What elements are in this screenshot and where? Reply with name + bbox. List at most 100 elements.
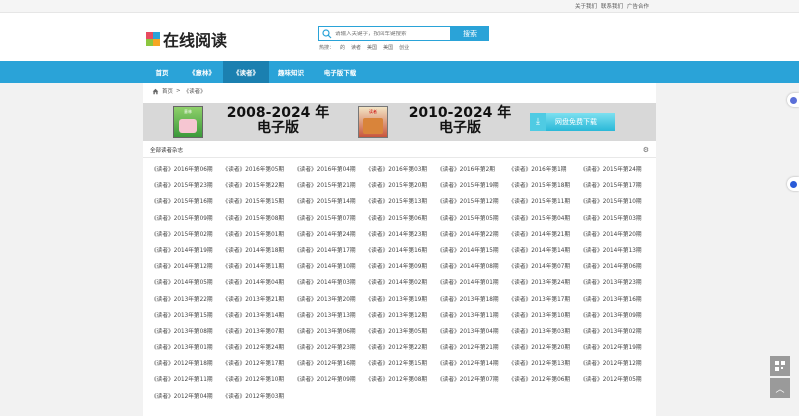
magazine-link[interactable]: 《读者》2013年第22期 bbox=[148, 292, 220, 308]
magazine-link[interactable]: 《读者》2015年第12期 bbox=[434, 194, 506, 210]
magazine-link[interactable]: 《读者》2012年第17期 bbox=[220, 356, 292, 372]
magazine-link[interactable]: 《读者》2012年第14期 bbox=[434, 356, 506, 372]
nav-item-fun-knowledge[interactable]: 趣味知识 bbox=[269, 61, 313, 83]
magazine-link[interactable]: 《读者》2012年第16期 bbox=[291, 356, 363, 372]
magazine-link[interactable]: 《读者》2015年第09期 bbox=[148, 211, 220, 227]
magazine-link[interactable]: 《读者》2014年第14期 bbox=[506, 243, 578, 259]
hot-item[interactable]: 的 bbox=[340, 44, 345, 51]
nav-item-duzhe[interactable]: 《读者》 bbox=[223, 61, 269, 83]
magazine-link[interactable]: 《读者》2014年第19期 bbox=[148, 243, 220, 259]
magazine-link[interactable]: 《读者》2013年第11期 bbox=[434, 308, 506, 324]
magazine-link[interactable]: 《读者》2015年第23期 bbox=[148, 178, 220, 194]
magazine-link[interactable]: 《读者》2014年第24期 bbox=[291, 227, 363, 243]
magazine-link[interactable]: 《读者》2012年第18期 bbox=[148, 356, 220, 372]
magazine-link[interactable]: 《读者》2012年第13期 bbox=[506, 356, 578, 372]
back-to-top-button[interactable]: ︿ bbox=[770, 378, 790, 398]
site-logo[interactable]: 在线阅读 bbox=[146, 27, 227, 51]
magazine-link[interactable]: 《读者》2013年第01期 bbox=[148, 340, 220, 356]
magazine-link[interactable]: 《读者》2012年第20期 bbox=[506, 340, 578, 356]
magazine-link[interactable]: 《读者》2015年第24期 bbox=[577, 162, 649, 178]
magazine-link[interactable]: 《读者》2013年第14期 bbox=[220, 308, 292, 324]
magazine-link[interactable]: 《读者》2012年第07期 bbox=[434, 372, 506, 388]
magazine-link[interactable]: 《读者》2014年第21期 bbox=[506, 227, 578, 243]
magazine-link[interactable]: 《读者》2014年第08期 bbox=[434, 259, 506, 275]
qrcode-button[interactable] bbox=[770, 356, 790, 376]
magazine-link[interactable]: 《读者》2013年第24期 bbox=[506, 275, 578, 291]
magazine-link[interactable]: 《读者》2014年第02期 bbox=[363, 275, 435, 291]
magazine-link[interactable]: 《读者》2015年第11期 bbox=[506, 194, 578, 210]
magazine-link[interactable]: 《读者》2013年第08期 bbox=[148, 324, 220, 340]
magazine-link[interactable]: 《读者》2013年第07期 bbox=[220, 324, 292, 340]
gear-icon[interactable]: ⚙ bbox=[643, 146, 649, 154]
magazine-link[interactable]: 《读者》2012年第15期 bbox=[363, 356, 435, 372]
magazine-link[interactable]: 《读者》2015年第17期 bbox=[577, 178, 649, 194]
magazine-link[interactable]: 《读者》2014年第04期 bbox=[220, 275, 292, 291]
magazine-link[interactable]: 《读者》2013年第21期 bbox=[220, 292, 292, 308]
magazine-link[interactable]: 《读者》2013年第17期 bbox=[506, 292, 578, 308]
magazine-link[interactable]: 《读者》2012年第22期 bbox=[363, 340, 435, 356]
ads-link[interactable]: 广告合作 bbox=[627, 2, 649, 10]
magazine-link[interactable]: 《读者》2012年第09期 bbox=[291, 372, 363, 388]
magazine-link[interactable]: 《读者》2012年第03期 bbox=[220, 389, 292, 405]
about-link[interactable]: 关于我们 bbox=[575, 2, 597, 10]
magazine-link[interactable]: 《读者》2014年第07期 bbox=[506, 259, 578, 275]
magazine-link[interactable]: 《读者》2015年第20期 bbox=[363, 178, 435, 194]
magazine-link[interactable]: 《读者》2012年第12期 bbox=[577, 356, 649, 372]
magazine-link[interactable]: 《读者》2015年第08期 bbox=[220, 211, 292, 227]
magazine-link[interactable]: 《读者》2012年第05期 bbox=[577, 372, 649, 388]
magazine-link[interactable]: 《读者》2012年第21期 bbox=[434, 340, 506, 356]
magazine-link[interactable]: 《读者》2012年第24期 bbox=[220, 340, 292, 356]
magazine-link[interactable]: 《读者》2012年第19期 bbox=[577, 340, 649, 356]
magazine-link[interactable]: 《读者》2015年第07期 bbox=[291, 211, 363, 227]
magazine-link[interactable]: 《读者》2015年第01期 bbox=[220, 227, 292, 243]
magazine-link[interactable]: 《读者》2013年第05期 bbox=[363, 324, 435, 340]
magazine-link[interactable]: 《读者》2014年第23期 bbox=[363, 227, 435, 243]
magazine-link[interactable]: 《读者》2015年第13期 bbox=[363, 194, 435, 210]
magazine-link[interactable]: 《读者》2015年第15期 bbox=[220, 194, 292, 210]
hot-item[interactable]: 美国 bbox=[367, 44, 377, 51]
nav-item-yilin[interactable]: 《意林》 bbox=[181, 61, 223, 83]
magazine-link[interactable]: 《读者》2014年第20期 bbox=[577, 227, 649, 243]
hot-item[interactable]: 读者 bbox=[351, 44, 361, 51]
magazine-link[interactable]: 《读者》2014年第06期 bbox=[577, 259, 649, 275]
magazine-link[interactable]: 《读者》2013年第19期 bbox=[363, 292, 435, 308]
magazine-link[interactable]: 《读者》2014年第09期 bbox=[363, 259, 435, 275]
search-button[interactable]: 搜索 bbox=[451, 26, 489, 41]
magazine-link[interactable]: 《读者》2015年第16期 bbox=[148, 194, 220, 210]
magazine-link[interactable]: 《读者》2012年第06期 bbox=[506, 372, 578, 388]
magazine-link[interactable]: 《读者》2014年第11期 bbox=[220, 259, 292, 275]
contact-link[interactable]: 联系我们 bbox=[601, 2, 623, 10]
magazine-link[interactable]: 《读者》2016年第06期 bbox=[148, 162, 220, 178]
magazine-link[interactable]: 《读者》2015年第10期 bbox=[577, 194, 649, 210]
magazine-link[interactable]: 《读者》2016年第05期 bbox=[220, 162, 292, 178]
magazine-link[interactable]: 《读者》2013年第10期 bbox=[506, 308, 578, 324]
magazine-link[interactable]: 《读者》2015年第05期 bbox=[434, 211, 506, 227]
magazine-link[interactable]: 《读者》2015年第22期 bbox=[220, 178, 292, 194]
magazine-link[interactable]: 《读者》2013年第02期 bbox=[577, 324, 649, 340]
magazine-link[interactable]: 《读者》2016年第2期 bbox=[434, 162, 506, 178]
magazine-link[interactable]: 《读者》2014年第12期 bbox=[148, 259, 220, 275]
magazine-link[interactable]: 《读者》2014年第01期 bbox=[434, 275, 506, 291]
magazine-link[interactable]: 《读者》2013年第20期 bbox=[291, 292, 363, 308]
magazine-link[interactable]: 《读者》2013年第23期 bbox=[577, 275, 649, 291]
magazine-link[interactable]: 《读者》2013年第09期 bbox=[577, 308, 649, 324]
magazine-link[interactable]: 《读者》2012年第23期 bbox=[291, 340, 363, 356]
magazine-link[interactable]: 《读者》2014年第17期 bbox=[291, 243, 363, 259]
magazine-link[interactable]: 《读者》2013年第04期 bbox=[434, 324, 506, 340]
magazine-link[interactable]: 《读者》2013年第03期 bbox=[506, 324, 578, 340]
magazine-link[interactable]: 《读者》2016年第03期 bbox=[363, 162, 435, 178]
magazine-link[interactable]: 《读者》2015年第21期 bbox=[291, 178, 363, 194]
magazine-link[interactable]: 《读者》2012年第08期 bbox=[363, 372, 435, 388]
hot-item[interactable]: 美国 bbox=[383, 44, 393, 51]
magazine-link[interactable]: 《读者》2015年第18期 bbox=[506, 178, 578, 194]
magazine-link[interactable]: 《读者》2014年第03期 bbox=[291, 275, 363, 291]
magazine-link[interactable]: 《读者》2013年第16期 bbox=[577, 292, 649, 308]
magazine-link[interactable]: 《读者》2015年第04期 bbox=[506, 211, 578, 227]
float-tab-1[interactable] bbox=[787, 93, 799, 107]
netdisk-download-button[interactable]: ⤓ 网盘免费下载 bbox=[530, 113, 615, 131]
download-banner[interactable]: 意林 2008-2024 年 电子版 读者 2010-2024 年 电子版 ⤓ … bbox=[143, 103, 656, 141]
breadcrumb-home[interactable]: 首页 bbox=[162, 87, 173, 95]
magazine-link[interactable]: 《读者》2013年第18期 bbox=[434, 292, 506, 308]
magazine-link[interactable]: 《读者》2015年第19期 bbox=[434, 178, 506, 194]
magazine-link[interactable]: 《读者》2014年第15期 bbox=[434, 243, 506, 259]
